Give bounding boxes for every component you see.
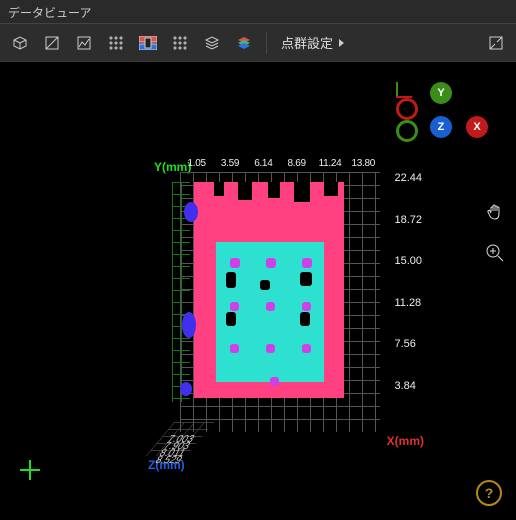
gizmo-neg-x[interactable] [396,98,418,120]
tick: 15.00 [394,255,422,267]
pt-k [226,272,236,288]
x-axis-label: X(mm) [387,434,424,448]
help-button[interactable]: ? [476,480,502,506]
colormap-icon[interactable] [134,29,162,57]
pt-m [230,302,239,311]
tick: 11.24 [313,158,346,169]
gizmo-y-line [396,82,398,96]
view-profile-icon[interactable] [70,29,98,57]
zoom-in-icon[interactable] [484,242,506,264]
grid-dots-icon[interactable] [102,29,130,57]
point-cloud-settings-menu[interactable]: 点群設定 [275,29,350,57]
viewport-3d[interactable]: Y X Z [0,62,516,520]
tick: 1.05 [180,158,213,169]
grid-dots2-icon[interactable] [166,29,194,57]
tick: 3.84 [394,380,422,392]
y-ticks: 22.44 18.72 15.00 11.28 7.56 3.84 [394,172,422,392]
gizmo-y-axis[interactable]: Y [430,82,452,104]
layers-icon[interactable] [198,29,226,57]
layers-color-icon[interactable] [230,29,258,57]
gizmo-z-label: Z [438,121,445,133]
window-title: データビューア [8,6,92,20]
tick: 22.44 [394,172,422,184]
side-tools [484,202,506,264]
pt-m [302,344,311,353]
tick: 8.529 [154,457,183,464]
gizmo-neg-y[interactable] [396,120,418,142]
gizmo-z-axis[interactable]: Z [430,116,452,138]
help-label: ? [485,485,494,501]
toolbar: 点群設定 [0,24,516,62]
pt-b [182,312,196,338]
pt-b [180,382,192,396]
tick: 18.72 [394,214,422,226]
fullscreen-button[interactable] [482,29,510,57]
window-titlebar: データビューア [0,0,516,24]
tick: 13.80 [347,158,380,169]
settings-label: 点群設定 [281,33,333,52]
tick: 8.69 [280,158,313,169]
pt-m [302,302,311,311]
point-cloud-plot: Y(mm) X(mm) Z(mm) 1.05 3.59 6.14 8.69 11… [180,172,380,432]
view-3d-icon[interactable] [6,29,34,57]
crosshair-icon [20,460,40,480]
pt-m [230,258,240,268]
x-ticks: 1.05 3.59 6.14 8.69 11.24 13.80 [180,158,380,169]
gizmo-y-label: Y [437,87,444,99]
gizmo-x-axis[interactable]: X [466,116,488,138]
pt-m [230,344,239,353]
pt-k [300,312,310,326]
gizmo-x-label: X [473,121,480,133]
view-diag-icon[interactable] [38,29,66,57]
pt-k [260,280,270,290]
pt-k [226,312,236,326]
pt-m [266,258,276,268]
tick: 7.56 [394,338,422,350]
separator [266,32,267,54]
pt-m [266,302,275,311]
pt-b [184,202,198,222]
pt-m [270,377,279,386]
tick: 3.59 [213,158,246,169]
pt-m [302,258,312,268]
pan-tool-icon[interactable] [484,202,506,224]
tick: 6.14 [247,158,280,169]
tick: 11.28 [394,297,422,309]
chevron-right-icon [339,39,344,47]
axis-gizmo[interactable]: Y X Z [396,82,486,172]
pt-k [300,272,312,286]
pt-m [266,344,275,353]
